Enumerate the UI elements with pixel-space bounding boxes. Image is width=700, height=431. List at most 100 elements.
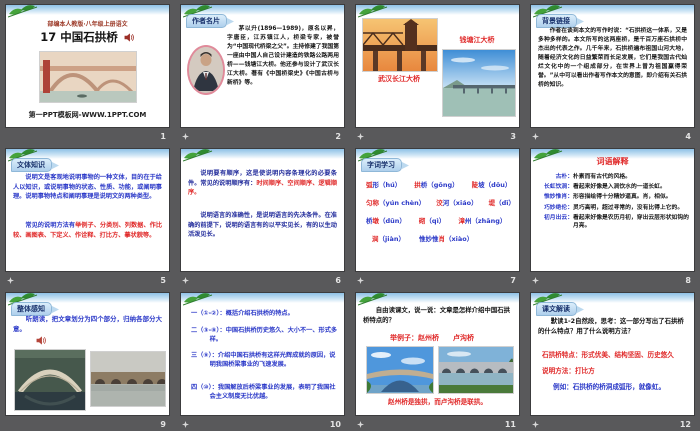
slide-meta-strip: 8 [530,273,693,287]
word-item: 洨河（xiáo） [436,197,477,207]
transition-star-icon [357,421,364,428]
slide-thumbnail-9[interactable]: 整体感知 听朗读，把文章划分为四个部分，归纳各部分大意。 [5,292,170,416]
background-text: 作者在谈到本文的写作时说：“石拱桥这一体系，又是多种多样的。本文所写的这两座桥，… [538,27,687,90]
word-row-1: 弧形（hú） 拱桥（gǒng） 陡坡（dǒu） [366,179,515,189]
lugou-bridge-color-photo [438,346,514,394]
section-tab-label: 作者名片 [192,17,220,25]
transition-star-icon [182,277,189,284]
leaf-decoration-icon [8,5,38,18]
author-portrait-image [189,47,223,91]
reading-question: 自由读课文，说一说：文章是怎样介绍中国石拱桥特点的？ [363,306,512,325]
word-row-2: 匀称（yún chèn） 洨河（xiáo） 堤（dī） [366,197,515,207]
word-item: 桥墩（dūn） [366,215,406,225]
leaf-decoration-icon [358,5,388,18]
leaf-decoration-icon [358,293,388,306]
zhaozhou-bridge-photo [366,346,434,394]
slide-cell-4: 背景链接 作者在谈到本文的写作时说：“石拱桥这一体系，又是多种多样的。本文所写的… [525,0,700,144]
outline-part-1: 一（①-②）：概括介绍石拱桥的特点。 [191,309,338,318]
slide-meta-strip: 1 [5,129,168,143]
method-point: 说明方法：打比方 [542,365,689,375]
slide-cell-7: 字词学习 弧形（hú） 拱桥（gǒng） 陡坡（dǒu） 匀称（yún chèn… [350,144,525,288]
slide-cell-10: 一（①-②）：概括介绍石拱桥的特点。 二（③-⑧）：中国石拱桥历史悠久、大小不一… [175,288,350,431]
section-tab-label: 文体知识 [17,161,45,169]
word-item: 匀称（yún chèn） [366,197,425,207]
slide-number: 9 [160,420,166,429]
slide-thumbnail-3[interactable]: 武汉长江大桥 钱塘江大桥 [355,4,520,128]
glossary-entry: 长虹饮涧：看起来好像是入涧饮水的一道长虹。 [536,183,689,192]
slide-sorter-grid: 部编本人教版·八年级上册语文 17 中国石拱桥 第一PPT模板网-WWW.1PP… [0,0,700,431]
slide-meta-strip: 9 [5,417,168,431]
word-item: 涧（jiàn） [372,233,405,243]
genre-knowledge-p1: 说明文是客观地说明事物的一种文体，目的在于给人以知识，或说明事物的状态、性质、功… [13,173,162,202]
outline-part-3: 三（⑨）：介绍中国石拱桥有这样光辉成就的原因，说明我国桥梁事业的飞速发展。 [191,351,338,370]
glossary-entry: 巧妙绝伦：灵巧高明，超过寻常的，没有比得上它的。 [536,204,689,213]
slide-meta-strip: 6 [180,273,343,287]
section-tab-label: 课文解读 [542,305,570,313]
slide-thumbnail-5[interactable]: 文体知识 说明文是客观地说明事物的一种文体，目的在于给人以知识，或说明事物的状态… [5,148,170,272]
genre-knowledge-p2: 常见的说明方法有举例子、分类别、列数据、作比较、画图表、下定义、作诠释、打比方、… [13,221,162,240]
slide-number: 1 [160,132,166,141]
example-point: 例如：石拱桥的桥洞成弧形，就像虹。 [553,381,689,391]
slide-thumbnail-8[interactable]: 词语解释 古朴：朴素而有古代的风格。 长虹饮涧：看起来好像是入涧饮水的一道长虹。… [530,148,695,272]
slide-thumbnail-4[interactable]: 背景链接 作者在谈到本文的写作时说：“石拱桥这一体系，又是多种多样的。本文所写的… [530,4,695,128]
slide-cell-2: 作者名片 茅以升(1896—1989)，原名以昇，字唐臣，江苏镇江人，桥梁专家，… [175,0,350,144]
slide-meta-strip: 5 [5,273,168,287]
wuhan-bridge-photo [362,18,438,72]
glossary-entry: 惟妙惟肖：形容描绘得十分精妙逼真。肖，相似。 [536,193,689,202]
slide-thumbnail-12[interactable]: 课文解读 默读1-2自然段，思考：这一部分写出了石拱桥的什么特点？用了什么说明方… [530,292,695,416]
speaker-icon[interactable] [36,335,47,346]
language-paragraph: 说明语言的准确性，是说明语言的先决条件。在准确的前提下，说明的语言有的以平实见长… [188,211,337,240]
template-site-label: 第一PPT模板网-WWW.1PPT.COM [6,110,169,120]
slide-meta-strip: 10 [180,417,343,431]
section-tab-label: 整体感知 [17,305,45,313]
section-tab: 文体知识 [11,158,52,172]
task-text: 听朗读，把文章划分为四个部分，归纳各部分大意。 [13,315,162,335]
slide-thumbnail-11[interactable]: 自由读课文，说一说：文章是怎样介绍中国石拱桥特点的？ 举例子：赵州桥 卢沟桥 [355,292,520,416]
slide-meta-strip: 7 [355,273,518,287]
slide-cell-3: 武汉长江大桥 钱塘江大桥 3 [350,0,525,144]
conclusion-text: 赵州桥是独拱，而卢沟桥是联拱。 [356,396,519,406]
slide-number: 6 [335,276,341,285]
jade-belt-bridge-photo [14,349,86,411]
slide-cell-12: 课文解读 默读1-2自然段，思考：这一部分写出了石拱桥的什么特点？用了什么说明方… [525,288,700,431]
speaker-icon[interactable] [124,32,135,43]
word-item: 弧形（hú） [366,179,401,189]
slide-meta-strip: 11 [355,417,518,431]
glossary-title: 词语解释 [531,156,694,167]
glossary-list: 古朴：朴素而有古代的风格。 长虹饮涧：看起来好像是入涧饮水的一道长虹。 惟妙惟肖… [536,173,689,233]
transition-star-icon [357,277,364,284]
author-portrait [187,45,225,95]
word-row-4: 涧（jiàn） 惟妙惟肖（xiào） [372,233,515,243]
transition-star-icon [532,421,539,428]
qiantang-bridge-label: 钱塘江大桥 [440,35,514,45]
slide-thumbnail-1[interactable]: 部编本人教版·八年级上册语文 17 中国石拱桥 第一PPT模板网-WWW.1PP… [5,4,170,128]
slide-thumbnail-2[interactable]: 作者名片 茅以升(1896—1989)，原名以昇，字唐臣，江苏镇江人，桥梁专家，… [180,4,345,128]
slide-cell-11: 自由读课文，说一说：文章是怎样介绍中国石拱桥特点的？ 举例子：赵州桥 卢沟桥 [350,288,525,431]
lesson-title: 17 中国石拱桥 [40,29,118,45]
transition-star-icon [532,133,539,140]
reading-task: 默读1-2自然段，思考：这一部分写出了石拱桥的什么特点？用了什么说明方法？ [538,317,687,336]
section-tab: 字词学习 [361,158,402,172]
leaf-decoration-icon [183,293,213,306]
slide-cell-1: 部编本人教版·八年级上册语文 17 中国石拱桥 第一PPT模板网-WWW.1PP… [0,0,175,144]
slide-cell-8: 词语解释 古朴：朴素而有古代的风格。 长虹饮涧：看起来好像是入涧饮水的一道长虹。… [525,144,700,288]
section-tab: 整体感知 [11,302,52,316]
section-tab: 背景链接 [536,14,577,28]
slide-number: 3 [510,132,516,141]
word-item: 陡坡（dǒu） [472,179,512,189]
section-tab: 作者名片 [186,14,227,28]
slide-meta-strip: 12 [530,417,693,431]
slide-thumbnail-6[interactable]: 说明要有顺序，这是使说明内容条理化的必要条件。常见的说明顺序有：时间顺序、空间顺… [180,148,345,272]
slide-number: 8 [685,276,691,285]
slide-thumbnail-10[interactable]: 一（①-②）：概括介绍石拱桥的特点。 二（③-⑧）：中国石拱桥历史悠久、大小不一… [180,292,345,416]
section-tab: 课文解读 [536,302,577,316]
slide-thumbnail-7[interactable]: 字词学习 弧形（hú） 拱桥（gǒng） 陡坡（dǒu） 匀称（yún chèn… [355,148,520,272]
slide-cell-9: 整体感知 听朗读，把文章划分为四个部分，归纳各部分大意。 9 [0,288,175,431]
slide-number: 10 [330,420,341,429]
slide-meta-strip: 2 [180,129,343,143]
outline-part-4: 四（⑩）：我国解放后桥梁事业的发展，表明了我国社会主义制度无比优越。 [191,383,338,402]
author-bio-text: 茅以升(1896—1989)，原名以昇，字唐臣，江苏镇江人，桥梁专家，被誉为“中… [227,25,339,88]
slide-number: 5 [160,276,166,285]
slide-number: 12 [680,420,691,429]
transition-star-icon [182,133,189,140]
